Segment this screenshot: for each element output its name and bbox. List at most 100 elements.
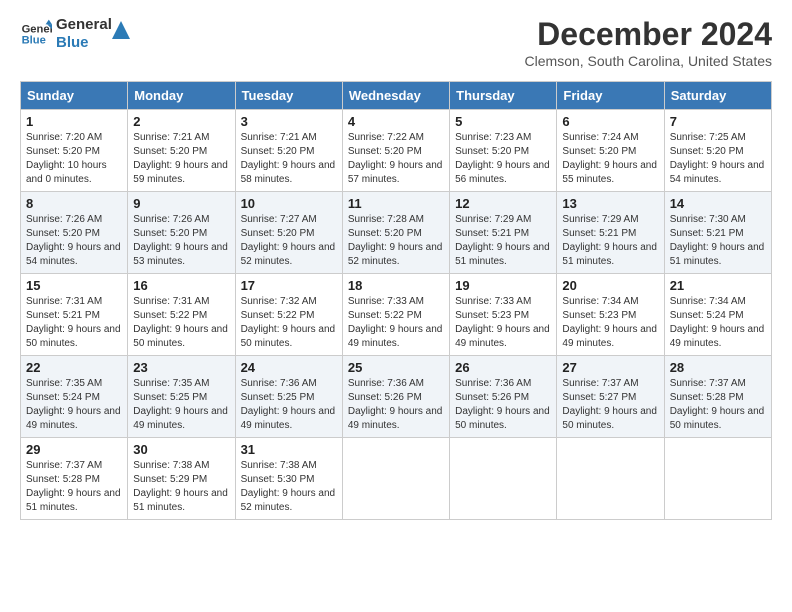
calendar-week-row: 1 Sunrise: 7:20 AMSunset: 5:20 PMDaylight…	[21, 110, 772, 192]
calendar-cell: 29 Sunrise: 7:37 AMSunset: 5:28 PMDayligh…	[21, 438, 128, 520]
day-number: 9	[133, 196, 229, 211]
calendar-cell: 2 Sunrise: 7:21 AMSunset: 5:20 PMDaylight…	[128, 110, 235, 192]
logo-icon: General Blue	[20, 18, 52, 50]
day-number: 18	[348, 278, 444, 293]
day-number: 12	[455, 196, 551, 211]
calendar-cell: 15Sunrise: 7:31 AMSunset: 5:21 PMDayligh…	[21, 274, 128, 356]
day-number: 10	[241, 196, 337, 211]
day-number: 16	[133, 278, 229, 293]
calendar-cell: 11 Sunrise: 7:28 AMSunset: 5:20 PMDayligh…	[342, 192, 449, 274]
svg-text:General: General	[22, 23, 52, 35]
calendar-cell: 30Sunrise: 7:38 AMSunset: 5:29 PMDayligh…	[128, 438, 235, 520]
day-info: Sunrise: 7:28 AMSunset: 5:20 PMDaylight:…	[348, 213, 444, 269]
title-section: December 2024 Clemson, South Carolina, U…	[525, 16, 772, 69]
day-number: 4	[348, 114, 444, 129]
calendar-week-row: 8 Sunrise: 7:26 AMSunset: 5:20 PMDaylight…	[21, 192, 772, 274]
calendar-cell: 5 Sunrise: 7:23 AMSunset: 5:20 PMDaylight…	[450, 110, 557, 192]
day-info: Sunrise: 7:26 AMSunset: 5:20 PMDaylight:…	[26, 213, 122, 269]
day-number: 8	[26, 196, 122, 211]
day-number: 23	[133, 360, 229, 375]
calendar-cell: 6 Sunrise: 7:24 AMSunset: 5:20 PMDaylight…	[557, 110, 664, 192]
day-number: 6	[562, 114, 658, 129]
calendar-header-tuesday: Tuesday	[235, 82, 342, 110]
calendar-cell: 10 Sunrise: 7:27 AMSunset: 5:20 PMDayligh…	[235, 192, 342, 274]
calendar-cell: 26 Sunrise: 7:36 AMSunset: 5:26 PMDayligh…	[450, 356, 557, 438]
day-number: 25	[348, 360, 444, 375]
day-info: Sunrise: 7:35 AMSunset: 5:24 PMDaylight:…	[26, 377, 122, 433]
day-info: Sunrise: 7:20 AMSunset: 5:20 PMDaylight:…	[26, 131, 122, 187]
calendar-header-friday: Friday	[557, 82, 664, 110]
day-info: Sunrise: 7:29 AMSunset: 5:21 PMDaylight:…	[562, 213, 658, 269]
calendar-cell: 1 Sunrise: 7:20 AMSunset: 5:20 PMDaylight…	[21, 110, 128, 192]
day-number: 1	[26, 114, 122, 129]
calendar-cell: 12 Sunrise: 7:29 AMSunset: 5:21 PMDayligh…	[450, 192, 557, 274]
day-info: Sunrise: 7:34 AMSunset: 5:24 PMDaylight:…	[670, 295, 766, 351]
day-number: 19	[455, 278, 551, 293]
day-info: Sunrise: 7:32 AMSunset: 5:22 PMDaylight:…	[241, 295, 337, 351]
subtitle: Clemson, South Carolina, United States	[525, 53, 772, 69]
calendar-cell: 25 Sunrise: 7:36 AMSunset: 5:26 PMDayligh…	[342, 356, 449, 438]
calendar-header-thursday: Thursday	[450, 82, 557, 110]
day-info: Sunrise: 7:37 AMSunset: 5:28 PMDaylight:…	[26, 459, 122, 515]
day-info: Sunrise: 7:26 AMSunset: 5:20 PMDaylight:…	[133, 213, 229, 269]
calendar-header-wednesday: Wednesday	[342, 82, 449, 110]
calendar-week-row: 15Sunrise: 7:31 AMSunset: 5:21 PMDayligh…	[21, 274, 772, 356]
calendar-cell: 4 Sunrise: 7:22 AMSunset: 5:20 PMDaylight…	[342, 110, 449, 192]
day-info: Sunrise: 7:23 AMSunset: 5:20 PMDaylight:…	[455, 131, 551, 187]
day-info: Sunrise: 7:31 AMSunset: 5:22 PMDaylight:…	[133, 295, 229, 351]
calendar-header-sunday: Sunday	[21, 82, 128, 110]
page-container: General Blue General Blue December 2024 …	[20, 16, 772, 520]
day-number: 30	[133, 442, 229, 457]
day-number: 2	[133, 114, 229, 129]
calendar-week-row: 22Sunrise: 7:35 AMSunset: 5:24 PMDayligh…	[21, 356, 772, 438]
day-number: 3	[241, 114, 337, 129]
day-info: Sunrise: 7:36 AMSunset: 5:26 PMDaylight:…	[348, 377, 444, 433]
calendar-table: SundayMondayTuesdayWednesdayThursdayFrid…	[20, 81, 772, 520]
day-info: Sunrise: 7:22 AMSunset: 5:20 PMDaylight:…	[348, 131, 444, 187]
calendar-cell	[450, 438, 557, 520]
day-info: Sunrise: 7:36 AMSunset: 5:26 PMDaylight:…	[455, 377, 551, 433]
day-number: 13	[562, 196, 658, 211]
day-number: 17	[241, 278, 337, 293]
calendar-cell: 9 Sunrise: 7:26 AMSunset: 5:20 PMDaylight…	[128, 192, 235, 274]
calendar-cell: 8 Sunrise: 7:26 AMSunset: 5:20 PMDaylight…	[21, 192, 128, 274]
calendar-week-row: 29 Sunrise: 7:37 AMSunset: 5:28 PMDayligh…	[21, 438, 772, 520]
calendar-cell: 16 Sunrise: 7:31 AMSunset: 5:22 PMDayligh…	[128, 274, 235, 356]
day-number: 31	[241, 442, 337, 457]
logo: General Blue General Blue	[20, 16, 130, 52]
day-number: 20	[562, 278, 658, 293]
calendar-cell: 3Sunrise: 7:21 AMSunset: 5:20 PMDaylight…	[235, 110, 342, 192]
calendar-cell: 23Sunrise: 7:35 AMSunset: 5:25 PMDayligh…	[128, 356, 235, 438]
day-number: 21	[670, 278, 766, 293]
logo-triangle-icon	[112, 21, 130, 39]
calendar-header-row: SundayMondayTuesdayWednesdayThursdayFrid…	[21, 82, 772, 110]
calendar-cell: 18 Sunrise: 7:33 AMSunset: 5:22 PMDayligh…	[342, 274, 449, 356]
day-info: Sunrise: 7:24 AMSunset: 5:20 PMDaylight:…	[562, 131, 658, 187]
day-number: 11	[348, 196, 444, 211]
day-info: Sunrise: 7:27 AMSunset: 5:20 PMDaylight:…	[241, 213, 337, 269]
calendar-cell	[557, 438, 664, 520]
calendar-cell: 28Sunrise: 7:37 AMSunset: 5:28 PMDayligh…	[664, 356, 771, 438]
calendar-cell: 31 Sunrise: 7:38 AMSunset: 5:30 PMDayligh…	[235, 438, 342, 520]
day-info: Sunrise: 7:21 AMSunset: 5:20 PMDaylight:…	[133, 131, 229, 187]
calendar-cell: 22Sunrise: 7:35 AMSunset: 5:24 PMDayligh…	[21, 356, 128, 438]
day-info: Sunrise: 7:29 AMSunset: 5:21 PMDaylight:…	[455, 213, 551, 269]
calendar-cell: 27Sunrise: 7:37 AMSunset: 5:27 PMDayligh…	[557, 356, 664, 438]
calendar-cell: 17 Sunrise: 7:32 AMSunset: 5:22 PMDayligh…	[235, 274, 342, 356]
day-number: 27	[562, 360, 658, 375]
day-info: Sunrise: 7:38 AMSunset: 5:30 PMDaylight:…	[241, 459, 337, 515]
calendar-header-saturday: Saturday	[664, 82, 771, 110]
calendar-cell: 14Sunrise: 7:30 AMSunset: 5:21 PMDayligh…	[664, 192, 771, 274]
calendar-cell: 19 Sunrise: 7:33 AMSunset: 5:23 PMDayligh…	[450, 274, 557, 356]
day-info: Sunrise: 7:33 AMSunset: 5:23 PMDaylight:…	[455, 295, 551, 351]
day-number: 15	[26, 278, 122, 293]
calendar-cell	[664, 438, 771, 520]
day-number: 29	[26, 442, 122, 457]
calendar-header-monday: Monday	[128, 82, 235, 110]
day-info: Sunrise: 7:36 AMSunset: 5:25 PMDaylight:…	[241, 377, 337, 433]
calendar-cell	[342, 438, 449, 520]
day-number: 26	[455, 360, 551, 375]
day-info: Sunrise: 7:33 AMSunset: 5:22 PMDaylight:…	[348, 295, 444, 351]
day-number: 5	[455, 114, 551, 129]
day-number: 14	[670, 196, 766, 211]
